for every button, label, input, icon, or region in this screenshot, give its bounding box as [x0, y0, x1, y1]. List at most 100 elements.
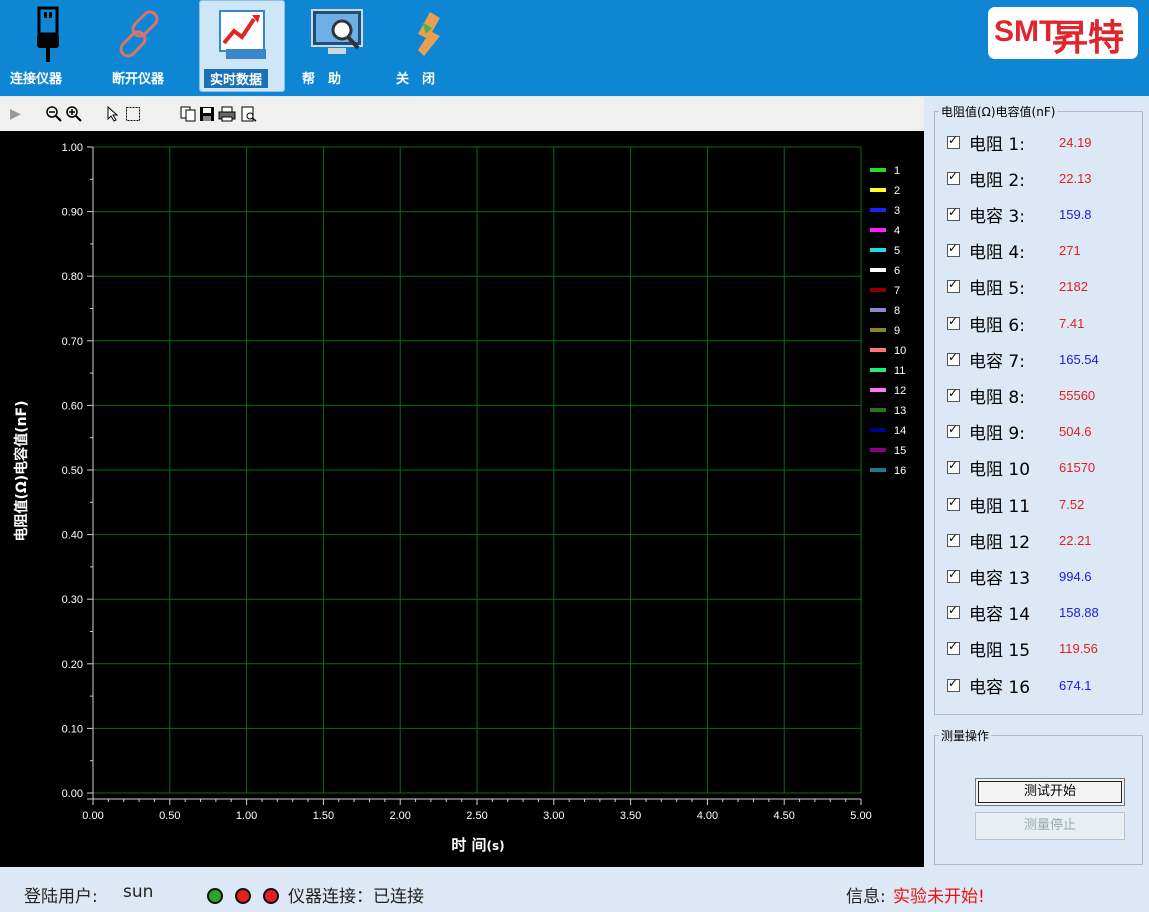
- x-tick-label: 3.00: [543, 810, 564, 822]
- reading-label: 电阻 10: [969, 460, 1031, 481]
- reading-row: 电容 13 994.6: [947, 564, 1092, 589]
- logo-smt: SMT: [994, 15, 1058, 48]
- reading-checkbox[interactable]: [947, 495, 960, 511]
- reading-label: 电阻 9:: [969, 424, 1025, 445]
- legend-label: 2: [894, 185, 900, 197]
- reading-checkbox[interactable]: [947, 241, 960, 258]
- reading-checkbox[interactable]: [947, 277, 960, 294]
- reading-checkbox[interactable]: [947, 639, 960, 656]
- reading-checkbox[interactable]: [947, 169, 960, 185]
- x-tick-label: 0.00: [82, 810, 103, 822]
- legend-swatch: [870, 228, 886, 232]
- logo-text: 昇特: [1052, 17, 1125, 59]
- x-tick-label: 1.00: [236, 810, 257, 822]
- legend-label: 4: [894, 225, 900, 237]
- y-tick-label: 1.00: [62, 142, 83, 154]
- y-tick-label: 0.30: [62, 594, 83, 606]
- reading-value: 271: [1059, 243, 1081, 259]
- copy-icon[interactable]: [180, 106, 196, 122]
- help-button[interactable]: 帮 助: [300, 0, 376, 92]
- monitor-magnifier-icon: [311, 9, 363, 54]
- zoom-out-icon[interactable]: [46, 106, 62, 122]
- stop-measure-button[interactable]: 测量停止: [975, 812, 1125, 840]
- pointer-icon[interactable]: [106, 106, 120, 122]
- reading-checkbox[interactable]: [947, 386, 960, 402]
- reading-label: 电阻 6:: [969, 315, 1025, 336]
- reading-checkbox[interactable]: [947, 205, 960, 221]
- main-toolbar: 连接仪器 断开仪器 实时数据 帮 助 关 闭 SMT 昇特: [0, 0, 1149, 96]
- reading-label: 电阻 15: [969, 641, 1031, 662]
- broken-link-icon: [119, 10, 159, 58]
- start-test-button[interactable]: 测试开始: [975, 778, 1125, 806]
- reading-value: 55560: [1059, 387, 1096, 403]
- reading-value: 7.41: [1059, 315, 1085, 331]
- reading-checkbox[interactable]: [947, 133, 960, 149]
- legend-swatch: [870, 448, 886, 452]
- legend-swatch: [870, 468, 886, 472]
- reading-checkbox[interactable]: [947, 567, 960, 583]
- legend-label: 15: [894, 445, 906, 457]
- y-tick-label: 0.70: [62, 336, 83, 348]
- legend-swatch: [870, 288, 886, 292]
- realtime-chart[interactable]: 0.00 0.10 0.20 0.30 0.40 0.50 0.60 0.70 0.80 0.90…: [0, 131, 924, 867]
- reading-row: 电阻 10 61570: [947, 456, 1095, 480]
- print-icon[interactable]: [218, 106, 236, 122]
- x-tick-label: 2.00: [389, 810, 410, 822]
- legend-swatch: [870, 308, 886, 312]
- disconnect-instrument-button[interactable]: 断开仪器: [104, 0, 184, 92]
- x-axis-label: 时 间(s): [451, 836, 504, 854]
- save-icon[interactable]: [199, 106, 215, 122]
- zoom-in-icon[interactable]: [66, 106, 82, 122]
- reading-label: 电阻 4:: [969, 243, 1025, 264]
- reading-row: 电阻 6: 7.41: [947, 311, 1085, 336]
- x-tick-label: 1.50: [313, 810, 334, 822]
- legend-swatch: [870, 408, 886, 412]
- reading-label: 电容 16: [969, 677, 1031, 698]
- reading-label: 电容 14: [969, 605, 1031, 626]
- reading-row: 电容 3: 159.8: [947, 202, 1092, 227]
- chart-toolbar: ▶: [0, 97, 924, 132]
- reading-checkbox[interactable]: [947, 676, 960, 692]
- y-tick-label: 0.90: [62, 207, 83, 219]
- readings-group: 电阻值(Ω)电容值(nF) 电阻 1: 24.19 电阻 2: 22.13 电容 3: 1…: [934, 103, 1143, 715]
- operations-group: 测量操作 测试开始 测量停止: [934, 727, 1143, 865]
- x-tick-label: 5.00: [850, 810, 871, 822]
- reading-checkbox[interactable]: [947, 458, 960, 475]
- reading-value: 158.88: [1059, 605, 1099, 621]
- connect-instrument-button[interactable]: 连接仪器: [8, 0, 88, 92]
- reading-checkbox[interactable]: [947, 350, 960, 366]
- reading-row: 电阻 5: 2182: [947, 275, 1088, 299]
- legend-label: 1: [894, 165, 900, 177]
- reading-row: 电阻 2: 22.13: [947, 166, 1092, 191]
- reading-checkbox[interactable]: [947, 422, 960, 439]
- reading-row: 电阻 12 22.21: [947, 528, 1092, 553]
- reading-checkbox[interactable]: [947, 531, 960, 547]
- user-name: sun: [123, 882, 154, 902]
- chart-area[interactable]: 0.00 0.10 0.20 0.30 0.40 0.50 0.60 0.70 0.80 0.90…: [0, 131, 924, 867]
- reading-checkbox[interactable]: [947, 314, 960, 330]
- live-data-button[interactable]: 实时数据: [199, 0, 285, 92]
- legend-swatch: [870, 368, 886, 372]
- legend-label: 5: [894, 245, 900, 257]
- legend-label: 7: [894, 285, 900, 297]
- legend-swatch: [870, 388, 886, 392]
- select-rect-icon[interactable]: [125, 106, 141, 122]
- reading-value: 22.13: [1059, 170, 1092, 186]
- reading-row: 电阻 4: 271: [947, 239, 1081, 263]
- operations-group-title: 测量操作: [939, 727, 992, 744]
- close-hands-icon: [418, 12, 440, 56]
- legend-swatch: [870, 268, 886, 272]
- reading-checkbox[interactable]: [947, 603, 960, 620]
- print-preview-icon[interactable]: [240, 106, 258, 122]
- reading-value: 7.52: [1059, 496, 1085, 512]
- play-arrow-icon[interactable]: ▶: [10, 106, 21, 122]
- reading-value: 22.21: [1059, 532, 1092, 548]
- close-button[interactable]: 关 闭: [388, 0, 464, 92]
- live-data-label: 实时数据: [204, 69, 269, 88]
- y-axis-label: 电阻值(Ω)电容值(nF): [13, 400, 30, 541]
- y-tick-label: 0.80: [62, 271, 83, 283]
- reading-label: 电阻 11: [969, 496, 1031, 517]
- reading-row: 电容 7: 165.54: [947, 347, 1099, 372]
- user-label: 登陆用户:: [24, 887, 98, 907]
- x-tick-label: 2.50: [466, 810, 487, 822]
